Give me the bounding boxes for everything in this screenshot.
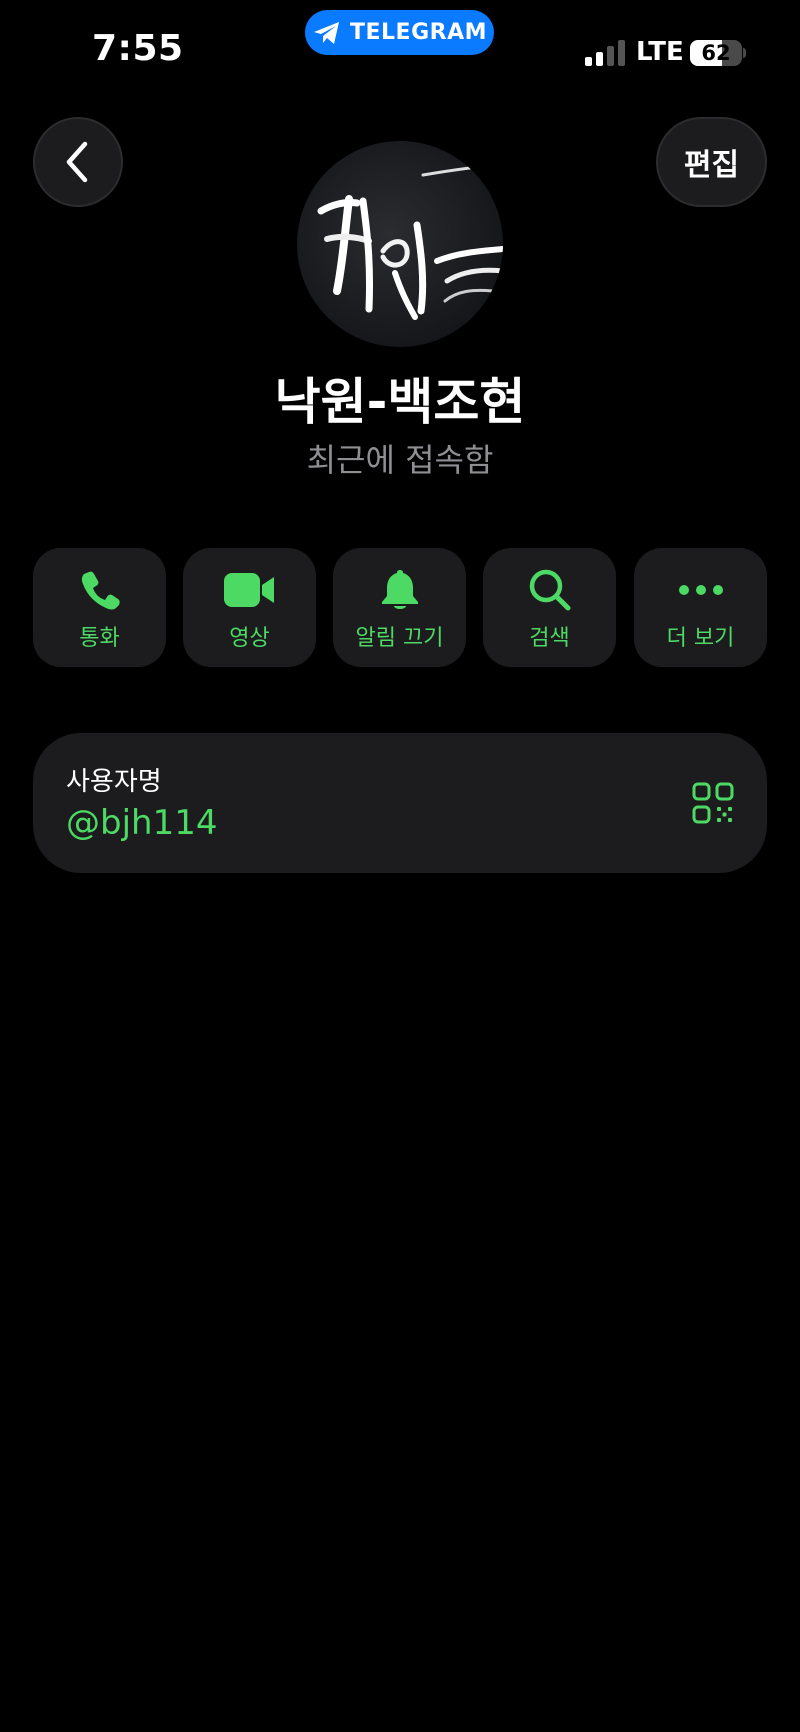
search-label: 검색 [529, 626, 570, 651]
mute-button[interactable]: 알림 끄기 [333, 548, 466, 667]
battery-icon: 62 [690, 40, 742, 66]
call-label: 통화 [79, 626, 120, 651]
telegram-icon [314, 21, 339, 44]
avatar-calligraphy-image [317, 163, 503, 320]
status-time: 7:55 [92, 28, 184, 69]
chevron-left-icon [66, 141, 88, 183]
search-icon [529, 569, 570, 611]
signal-icon [585, 40, 625, 66]
username-value[interactable]: @bjh114 [66, 803, 217, 843]
video-label: 영상 [229, 626, 270, 651]
video-icon [223, 573, 274, 607]
edit-button[interactable]: 편집 [656, 117, 767, 207]
phone-icon [81, 571, 120, 610]
avatar[interactable] [297, 141, 503, 347]
qr-code-icon[interactable] [692, 782, 734, 824]
battery-percent: 62 [701, 41, 731, 65]
profile-name: 낙원-백조현 [274, 373, 526, 431]
last-seen-status: 최근에 접속함 [306, 441, 494, 479]
more-label: 더 보기 [666, 626, 735, 651]
username-card[interactable]: 사용자명 @bjh114 [33, 733, 767, 873]
search-button[interactable]: 검색 [483, 548, 616, 667]
more-button[interactable]: 더 보기 [634, 548, 767, 667]
battery-nub [743, 48, 746, 58]
mute-label: 알림 끄기 [355, 626, 444, 651]
more-icon [678, 585, 723, 595]
back-button[interactable] [33, 117, 123, 207]
username-label: 사용자명 [66, 767, 162, 797]
call-button[interactable]: 통화 [33, 548, 166, 667]
telegram-pill-label: TELEGRAM [350, 20, 487, 45]
bell-icon [381, 570, 418, 609]
network-type: LTE [636, 37, 684, 67]
telegram-pill[interactable]: TELEGRAM [305, 10, 494, 55]
video-button[interactable]: 영상 [183, 548, 316, 667]
